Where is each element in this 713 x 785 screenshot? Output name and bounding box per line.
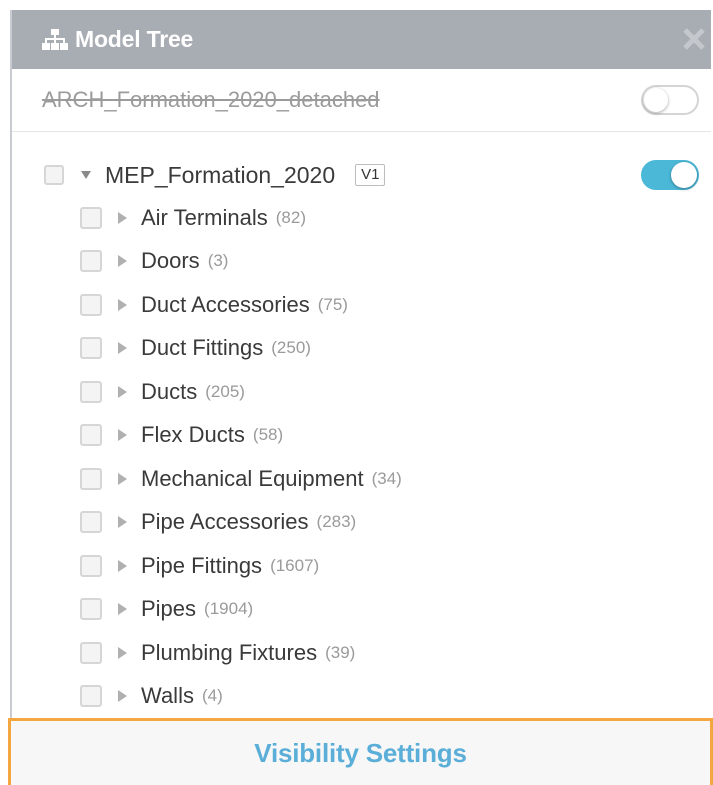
category-label[interactable]: Duct Fittings xyxy=(141,335,263,361)
category-checkbox[interactable] xyxy=(80,250,102,273)
model-visibility-toggle[interactable] xyxy=(641,160,699,190)
expand-caret-icon[interactable] xyxy=(118,516,127,529)
expand-caret-icon[interactable] xyxy=(118,429,127,442)
category-count: (205) xyxy=(205,381,245,401)
detached-model-name: ARCH_Formation_2020_detached xyxy=(42,87,380,112)
category-count: (39) xyxy=(325,642,356,662)
category-checkbox[interactable] xyxy=(80,467,102,490)
category-checkbox[interactable] xyxy=(80,293,102,316)
expand-caret-icon[interactable] xyxy=(118,385,127,398)
category-count: (3) xyxy=(207,251,229,271)
category-checkbox[interactable] xyxy=(80,685,102,708)
category-checkbox[interactable] xyxy=(80,641,102,664)
category-item: Ducts (205) xyxy=(12,370,711,414)
detached-model-row: ARCH_Formation_2020_detached xyxy=(12,69,711,132)
model-checkbox[interactable] xyxy=(44,165,64,185)
category-checkbox[interactable] xyxy=(80,206,102,229)
expand-caret-icon[interactable] xyxy=(118,342,127,355)
category-count: (250) xyxy=(271,338,311,358)
panel-title: Model Tree xyxy=(75,26,194,52)
category-checkbox[interactable] xyxy=(80,424,102,447)
category-label[interactable]: Pipe Fittings xyxy=(141,553,262,579)
category-checkbox[interactable] xyxy=(80,511,102,534)
collapse-caret-icon[interactable] xyxy=(81,171,91,179)
category-count: (58) xyxy=(252,425,284,445)
expand-caret-icon[interactable] xyxy=(118,646,127,659)
category-item: Flex Ducts (58) xyxy=(12,414,711,458)
category-item: Duct Fittings (250) xyxy=(12,327,711,371)
category-list: Air Terminals (82) Doors (3) Duct Access… xyxy=(12,196,711,718)
category-item: Walls (4) xyxy=(12,675,711,719)
category-checkbox[interactable] xyxy=(80,598,102,621)
category-label[interactable]: Flex Ducts xyxy=(141,422,245,448)
expand-caret-icon[interactable] xyxy=(118,559,127,572)
category-label[interactable]: Pipes xyxy=(141,596,196,622)
category-count: (283) xyxy=(316,512,357,532)
toggle-knob xyxy=(671,162,697,188)
expand-caret-icon[interactable] xyxy=(118,211,127,224)
category-count: (75) xyxy=(317,294,348,314)
close-icon[interactable] xyxy=(679,24,709,54)
category-item: Duct Accessories (75) xyxy=(12,283,711,327)
panel-header: Model Tree xyxy=(12,10,711,69)
category-label[interactable]: Doors xyxy=(141,248,200,274)
category-item: Pipes (1904) xyxy=(12,588,711,632)
category-item: Doors (3) xyxy=(12,240,711,284)
category-checkbox[interactable] xyxy=(80,554,102,577)
category-item: Pipe Accessories (283) xyxy=(12,501,711,545)
version-badge: V1 xyxy=(355,164,386,186)
category-checkbox[interactable] xyxy=(80,380,102,403)
category-label[interactable]: Ducts xyxy=(141,379,197,405)
model-name: MEP_Formation_2020 xyxy=(105,161,336,188)
category-count: (4) xyxy=(201,686,223,706)
expand-caret-icon[interactable] xyxy=(118,603,127,616)
category-label[interactable]: Plumbing Fixtures xyxy=(141,640,317,666)
category-count: (1607) xyxy=(270,555,320,575)
visibility-settings-bar: Visibility Settings xyxy=(8,718,713,785)
category-item: Mechanical Equipment (34) xyxy=(12,457,711,501)
expand-caret-icon[interactable] xyxy=(118,690,127,703)
expand-caret-icon[interactable] xyxy=(118,298,127,311)
category-count: (1904) xyxy=(204,599,254,619)
category-checkbox[interactable] xyxy=(80,337,102,360)
expand-caret-icon[interactable] xyxy=(118,255,127,268)
category-item: Plumbing Fixtures (39) xyxy=(12,631,711,675)
model-tree-panel: Model Tree ARCH_Formation_2020_detached … xyxy=(10,10,711,785)
category-count: (34) xyxy=(371,468,402,488)
category-item: Pipe Fittings (1607) xyxy=(12,544,711,588)
category-label[interactable]: Mechanical Equipment xyxy=(141,466,364,492)
category-label[interactable]: Walls xyxy=(141,683,194,709)
category-count: (82) xyxy=(275,207,306,227)
expand-caret-icon[interactable] xyxy=(118,472,127,485)
toggle-knob xyxy=(644,88,668,112)
category-label[interactable]: Duct Accessories xyxy=(141,292,310,318)
tree-icon xyxy=(42,28,68,51)
model-tree-root-row: MEP_Formation_2020 V1 xyxy=(12,140,711,210)
category-label[interactable]: Pipe Accessories xyxy=(141,509,309,535)
visibility-settings-button[interactable]: Visibility Settings xyxy=(254,738,467,769)
detached-model-visibility-toggle[interactable] xyxy=(641,85,699,115)
